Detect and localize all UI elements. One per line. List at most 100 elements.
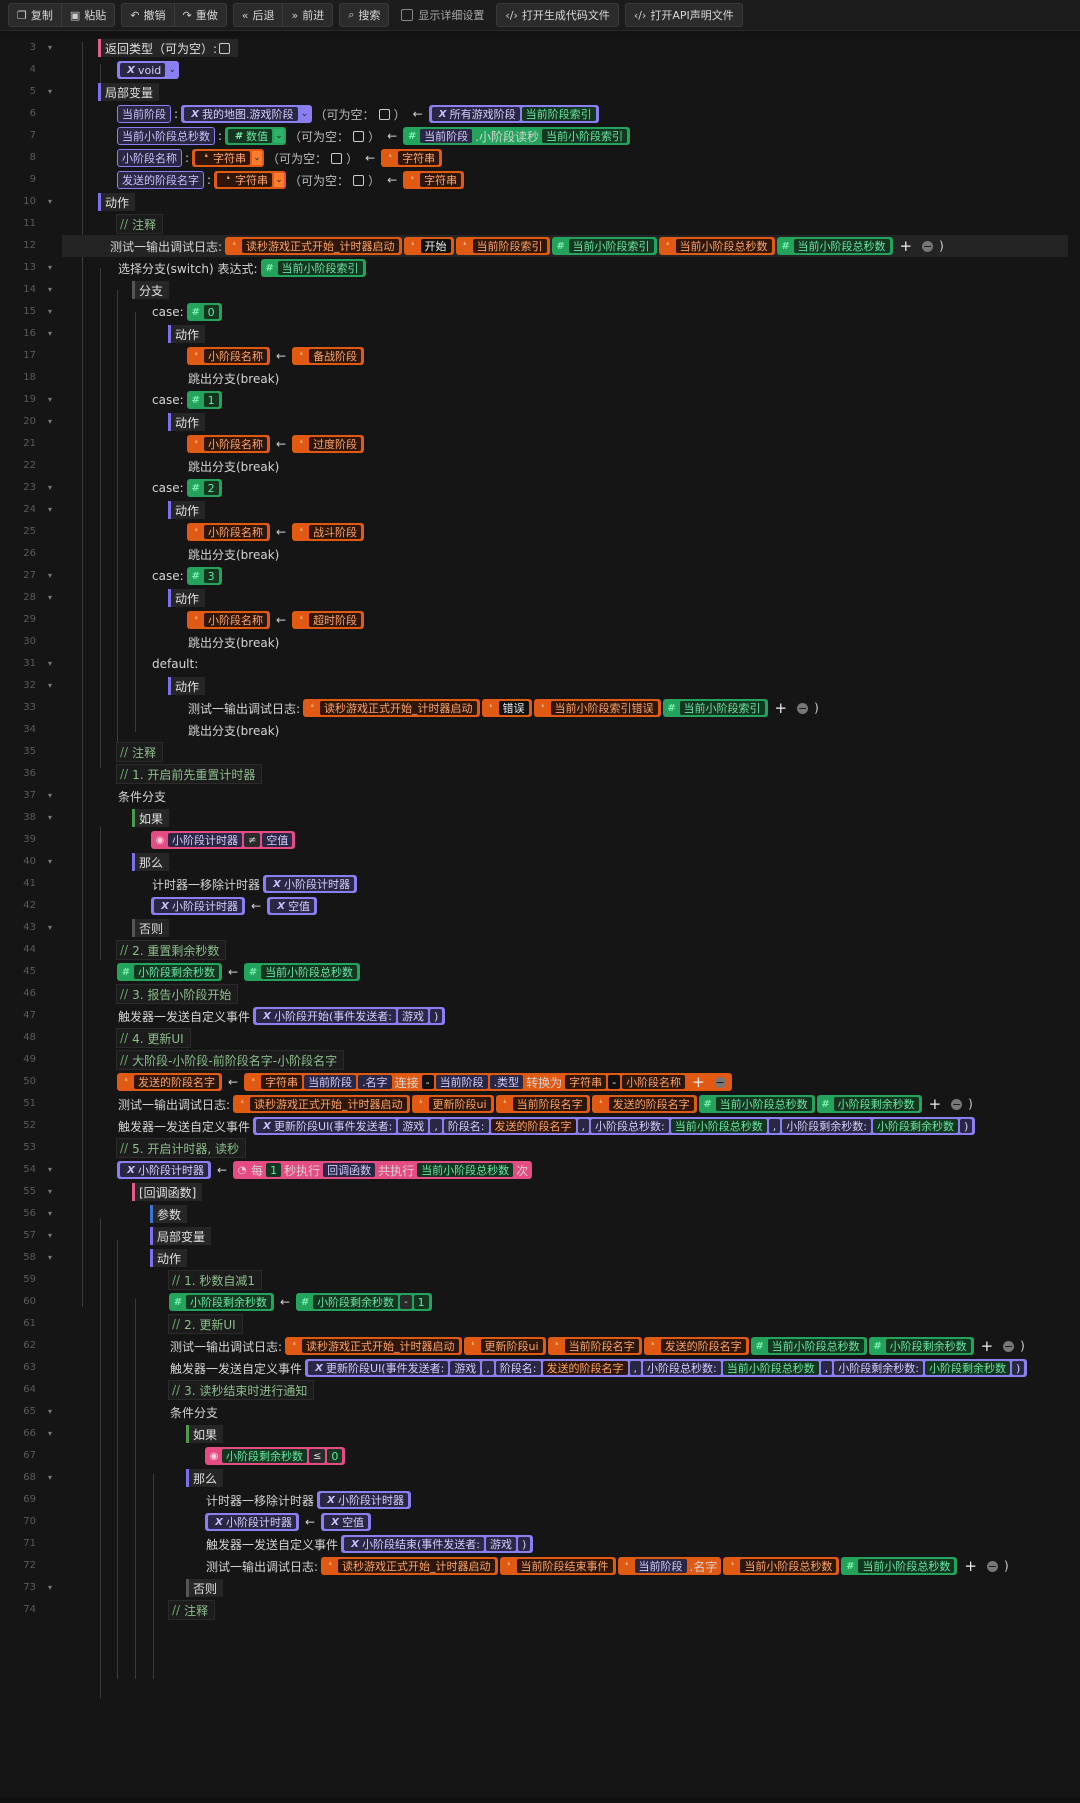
string-block[interactable]: ❛ 过度阶段	[292, 435, 365, 453]
chevron-down-icon[interactable]: ⌄	[299, 107, 310, 121]
action-section[interactable]: 动作	[168, 325, 206, 343]
string-block[interactable]: ❛ 读秒游戏正式开始_计时器启动	[321, 1557, 498, 1575]
chevron-down-icon[interactable]: ⌄	[274, 129, 285, 143]
callback-section[interactable]: [回调函数]	[132, 1183, 203, 1201]
event-block[interactable]: X 小阶段开始(事件发送者: 游戏)	[253, 1007, 446, 1025]
fold-toggle-icon[interactable]: ▾	[44, 257, 56, 279]
checkbox-icon[interactable]	[353, 174, 365, 186]
comment-block[interactable]: //2. 更新UI	[168, 1314, 243, 1334]
action-section[interactable]: 动作	[150, 1249, 188, 1267]
fold-toggle-icon[interactable]: ▾	[44, 1181, 56, 1203]
if-section[interactable]: 如果	[132, 809, 170, 827]
string-block[interactable]: ❛ 当前阶段名字	[547, 1337, 642, 1355]
string-block[interactable]: ❛ 战斗阶段	[292, 523, 365, 541]
type-block[interactable]: X 我的地图.游戏阶段 ⌄	[181, 105, 312, 123]
comment-block[interactable]: //2. 重置剩余秒数	[116, 940, 227, 960]
number-block[interactable]: # 当前小阶段总秒数	[244, 963, 361, 981]
comment-block[interactable]: //1. 秒数自减1	[168, 1270, 262, 1290]
condition-block[interactable]: ◉ 小阶段剩余秒数 ≤0	[205, 1447, 346, 1465]
string-block[interactable]: ❛ 读秒游戏正式开始_计时器启动	[225, 237, 402, 255]
expr-block[interactable]: ❛ 字符串	[381, 149, 443, 167]
fold-toggle-icon[interactable]: ▾	[44, 917, 56, 939]
action-section[interactable]: 动作	[98, 193, 136, 211]
fold-toggle-icon[interactable]: ▾	[44, 807, 56, 829]
fold-toggle-icon[interactable]: ▾	[44, 1467, 56, 1489]
fold-toggle-icon[interactable]: ▾	[44, 477, 56, 499]
var-name[interactable]: 当前阶段	[117, 105, 171, 123]
comment-block[interactable]: //注释	[168, 1600, 216, 1620]
string-block[interactable]: ❛ 当前阶段索引	[455, 237, 550, 255]
string-block[interactable]: ❛ 错误	[481, 699, 532, 717]
comment-block[interactable]: //大阶段-小阶段-前阶段名字-小阶段名字	[116, 1050, 345, 1070]
fold-toggle-icon[interactable]: ▾	[44, 565, 56, 587]
add-arg-icon[interactable]: +	[900, 237, 913, 255]
string-block[interactable]: ❛ 发送的阶段名字	[117, 1073, 222, 1091]
number-block[interactable]: # 当前小阶段总秒数	[841, 1557, 958, 1575]
expr-block[interactable]: ❛ 字符串	[403, 171, 465, 189]
if-section[interactable]: 如果	[186, 1425, 224, 1443]
fold-toggle-icon[interactable]: ▾	[44, 81, 56, 103]
var-name[interactable]: 当前小阶段总秒数	[117, 127, 215, 145]
string-block[interactable]: ❛ 当前小阶段总秒数	[658, 237, 775, 255]
comment-block[interactable]: //5. 开启计时器, 读秒	[116, 1138, 246, 1158]
string-block[interactable]: ❛ 当前阶段 .名字	[617, 1557, 722, 1575]
chevron-down-icon[interactable]: ⌄	[252, 151, 263, 165]
number-block[interactable]: #1	[186, 391, 222, 409]
string-block[interactable]: ❛ 读秒游戏正式开始_计时器启动	[233, 1095, 410, 1113]
fold-toggle-icon[interactable]: ▾	[44, 1203, 56, 1225]
remove-arg-icon[interactable]: −	[951, 1098, 963, 1110]
action-section[interactable]: 动作	[168, 413, 206, 431]
event-block[interactable]: X 更新阶段UI(事件发送者: 游戏, 阶段名: 发送的阶段名字, 小阶段总秒数: 当前小阶…	[305, 1359, 1028, 1377]
remove-arg-icon[interactable]: −	[986, 1560, 998, 1572]
open-api-button[interactable]: ‹/› 打开API声明文件	[626, 4, 742, 26]
chevron-down-icon[interactable]: ⌄	[274, 173, 285, 187]
fold-toggle-icon[interactable]: ▾	[44, 191, 56, 213]
operator-select[interactable]: -	[400, 1295, 412, 1309]
operator-select[interactable]: ≠	[244, 833, 261, 847]
else-section[interactable]: 否则	[186, 1579, 224, 1597]
chevron-down-icon[interactable]: ⌄	[167, 63, 178, 77]
type-block[interactable]: ❛ 字符串 ⌄	[192, 149, 265, 167]
fold-toggle-icon[interactable]: ▾	[44, 587, 56, 609]
fold-toggle-icon[interactable]: ▾	[44, 1423, 56, 1445]
local-vars-section[interactable]: 局部变量	[98, 83, 160, 101]
comment-block[interactable]: //注释	[116, 214, 164, 234]
type-block[interactable]: # 数值 ⌄	[225, 127, 287, 145]
fold-toggle-icon[interactable]: ▾	[44, 37, 56, 59]
string-block[interactable]: ❛ 开始	[403, 237, 454, 255]
action-section[interactable]: 动作	[168, 589, 206, 607]
then-section[interactable]: 那么	[186, 1469, 224, 1487]
then-section[interactable]: 那么	[132, 853, 170, 871]
string-block[interactable]: ❛ 超时阶段	[292, 611, 365, 629]
return-type-section[interactable]: 返回类型（可为空）:	[98, 39, 239, 57]
fold-toggle-icon[interactable]: ▾	[44, 389, 56, 411]
comment-block[interactable]: //4. 更新UI	[116, 1028, 191, 1048]
fold-toggle-icon[interactable]: ▾	[44, 1401, 56, 1423]
math-block[interactable]: # 小阶段剩余秒数 -1	[296, 1293, 432, 1311]
number-block[interactable]: # 小阶段剩余秒数	[868, 1337, 974, 1355]
undo-button[interactable]: ↶ 撤销	[122, 4, 173, 26]
expr-block[interactable]: X 所有游戏阶段 当前阶段索引	[428, 105, 599, 123]
string-block[interactable]: ❛ 当前小阶段索引错误	[533, 699, 661, 717]
comment-block[interactable]: //3. 读秒结束时进行通知	[168, 1380, 315, 1400]
checkbox-icon[interactable]	[331, 152, 343, 164]
variable-block[interactable]: X 小阶段计时器	[205, 1513, 299, 1531]
variable-block[interactable]: X 小阶段计时器	[117, 1161, 211, 1179]
comment-block[interactable]: //3. 报告小阶段开始	[116, 984, 239, 1004]
fold-toggle-icon[interactable]: ▾	[44, 1577, 56, 1599]
variable-block[interactable]: X 空值	[267, 897, 318, 915]
type-block[interactable]: ❛ 字符串 ⌄	[214, 171, 287, 189]
timer-block[interactable]: ◔ 每 1 秒执行 回调函数 共执行 当前小阶段总秒数次	[233, 1161, 533, 1179]
string-block[interactable]: ❛ 当前阶段名字	[495, 1095, 590, 1113]
fold-toggle-icon[interactable]: ▾	[44, 323, 56, 345]
fold-toggle-icon[interactable]: ▾	[44, 499, 56, 521]
action-section[interactable]: 动作	[168, 677, 206, 695]
variable-block[interactable]: X 小阶段计时器	[151, 897, 245, 915]
params-section[interactable]: 参数	[150, 1205, 188, 1223]
checkbox-icon[interactable]	[219, 42, 231, 54]
string-block[interactable]: ❛ 更新阶段ui	[463, 1337, 546, 1355]
var-name[interactable]: 发送的阶段名字	[117, 171, 204, 189]
fold-toggle-icon[interactable]: ▾	[44, 851, 56, 873]
fold-toggle-icon[interactable]: ▾	[44, 1225, 56, 1247]
comment-block[interactable]: //注释	[116, 742, 164, 762]
